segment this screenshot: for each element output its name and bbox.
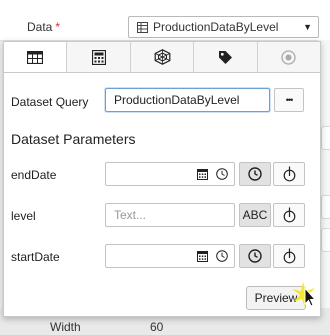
background-field	[321, 195, 330, 219]
pin-target-icon	[283, 207, 295, 223]
param-label-startdate: startDate	[11, 250, 60, 264]
tab-network[interactable]	[130, 42, 195, 72]
table-icon	[27, 50, 44, 64]
clock-icon	[248, 167, 262, 181]
hexagon-network-icon	[154, 49, 170, 65]
more-options-button[interactable]: •••	[274, 88, 304, 112]
tag-icon	[218, 50, 232, 64]
startdate-input[interactable]	[105, 244, 235, 268]
chevron-down-icon: ▼	[303, 22, 312, 32]
tab-calculator[interactable]	[67, 42, 131, 72]
tab-target[interactable]	[257, 42, 321, 72]
current-time-toggle[interactable]	[239, 244, 271, 268]
dataset-popup: Dataset Query ••• Dataset Parameters end…	[3, 41, 321, 317]
param-label-level: level	[11, 209, 36, 223]
calendar-icon[interactable]	[197, 250, 208, 262]
width-label: Width	[50, 320, 81, 334]
app-frame: Data* ProductionDataByLevel ▼ Width 60	[0, 0, 330, 335]
clock-icon	[248, 249, 262, 263]
pin-target-icon	[283, 166, 295, 182]
popup-tab-bar	[4, 42, 321, 73]
target-circle-icon	[281, 49, 296, 65]
dataset-parameters-title: Dataset Parameters	[11, 131, 136, 147]
dataset-query-label: Dataset Query	[11, 95, 89, 109]
tab-table[interactable]	[4, 42, 68, 72]
width-value: 60	[150, 320, 164, 334]
parameter-binding-toggle[interactable]	[273, 162, 305, 186]
enddate-input[interactable]	[105, 162, 235, 186]
abc-label: ABC	[242, 208, 268, 222]
table-icon	[137, 21, 148, 33]
required-marker: *	[55, 20, 61, 34]
data-label: Data *	[27, 20, 61, 34]
param-label-enddate: endDate	[11, 168, 57, 182]
calculator-icon	[91, 49, 106, 65]
tab-tag[interactable]	[194, 42, 258, 72]
parameter-binding-toggle[interactable]	[273, 203, 305, 227]
clock-icon[interactable]	[216, 168, 228, 180]
text-type-toggle[interactable]: ABC	[239, 203, 271, 227]
mouse-cursor-icon	[292, 282, 317, 308]
data-source-value: ProductionDataByLevel	[153, 20, 279, 34]
parameter-binding-toggle[interactable]	[273, 244, 305, 268]
ellipsis-icon: •••	[285, 95, 294, 105]
dataset-query-input[interactable]	[105, 88, 270, 112]
data-row: Data * ProductionDataByLevel ▼	[0, 0, 330, 41]
clock-icon[interactable]	[216, 250, 228, 262]
level-input[interactable]	[105, 203, 235, 227]
pin-target-icon	[283, 248, 295, 264]
background-field	[321, 228, 330, 252]
calendar-icon[interactable]	[197, 168, 208, 180]
current-time-toggle[interactable]	[239, 162, 271, 186]
data-source-select[interactable]: ProductionDataByLevel ▼	[128, 16, 319, 38]
background-field	[321, 126, 330, 150]
